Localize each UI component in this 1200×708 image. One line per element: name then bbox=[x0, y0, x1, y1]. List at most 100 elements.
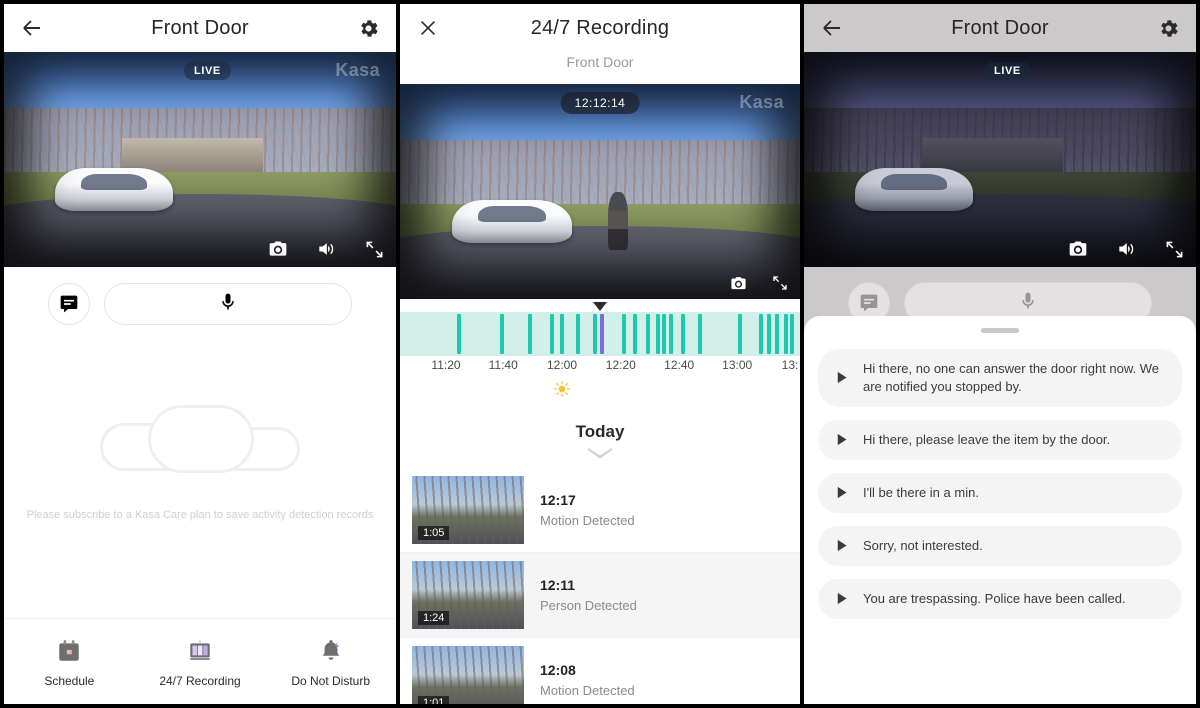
gear-icon[interactable] bbox=[354, 14, 382, 42]
microphone-button[interactable] bbox=[104, 283, 352, 325]
quick-response-item[interactable]: Sorry, not interested. bbox=[818, 525, 1182, 566]
snapshot-icon[interactable] bbox=[1068, 239, 1088, 259]
timeline-mark bbox=[621, 314, 626, 354]
timeline-mark bbox=[790, 314, 795, 354]
event-thumbnail[interactable]: 1:01 bbox=[412, 646, 524, 704]
gear-icon[interactable] bbox=[1154, 14, 1182, 42]
app-bar: Front Door bbox=[4, 4, 396, 52]
timeline-current-mark bbox=[599, 314, 604, 354]
event-thumbnail[interactable]: 1:05 bbox=[412, 476, 524, 544]
house-region bbox=[921, 138, 1063, 173]
event-type: Motion Detected bbox=[540, 513, 635, 528]
playhead-marker bbox=[593, 302, 607, 311]
timeline-tick-label: 11:20 bbox=[431, 358, 461, 372]
live-video-feed[interactable]: LIVE bbox=[804, 52, 1196, 267]
timeline-mark bbox=[550, 314, 555, 354]
timeline-mark bbox=[646, 314, 650, 354]
chevron-down-icon[interactable] bbox=[400, 446, 800, 468]
timeline-tick-label: 13: bbox=[781, 358, 799, 372]
app-bar: 24/7 Recording bbox=[400, 4, 800, 52]
fullscreen-icon[interactable] bbox=[364, 239, 384, 259]
microphone-icon bbox=[218, 292, 238, 317]
quick-response-item[interactable]: Hi there, please leave the item by the d… bbox=[818, 419, 1182, 460]
play-icon[interactable] bbox=[834, 485, 849, 500]
fullscreen-icon[interactable] bbox=[770, 273, 790, 293]
live-video-feed[interactable]: LIVE Kasa bbox=[4, 52, 396, 267]
timeline-mark bbox=[632, 314, 637, 354]
timeline-mark bbox=[592, 314, 597, 354]
event-duration: 1:01 bbox=[418, 696, 450, 704]
snapshot-icon[interactable] bbox=[268, 239, 288, 259]
event-row[interactable]: 1:01 12:08 Motion Detected bbox=[400, 638, 800, 704]
parked-car bbox=[54, 168, 173, 212]
cloud-icon bbox=[100, 401, 300, 483]
recorded-video-feed[interactable]: 12:12:14 Kasa bbox=[400, 84, 800, 299]
panel-24-7-recording: 24/7 Recording Front Door 12:12:14 Kasa bbox=[400, 0, 800, 708]
detected-person bbox=[608, 191, 628, 250]
event-meta: 12:17 Motion Detected bbox=[540, 492, 635, 528]
close-icon[interactable] bbox=[414, 14, 442, 42]
chat-icon[interactable] bbox=[48, 283, 90, 325]
play-icon[interactable] bbox=[834, 538, 849, 553]
volume-icon[interactable] bbox=[1116, 239, 1136, 259]
quick-response-text: You are trespassing. Police have been ca… bbox=[863, 590, 1126, 606]
live-badge: LIVE bbox=[984, 62, 1031, 80]
nav-label-schedule: Schedule bbox=[44, 673, 95, 688]
timeline-mark bbox=[662, 314, 667, 354]
timeline-mark bbox=[576, 314, 581, 354]
page-title: Front Door bbox=[951, 16, 1049, 39]
parked-car bbox=[452, 200, 572, 244]
event-row[interactable]: 1:24 12:11 Person Detected bbox=[400, 553, 800, 638]
quick-response-text: Sorry, not interested. bbox=[863, 537, 983, 553]
bell-off-icon bbox=[316, 636, 346, 666]
timeline-mark bbox=[528, 314, 532, 354]
video-controls bbox=[268, 239, 384, 259]
event-meta: 12:08 Motion Detected bbox=[540, 662, 635, 698]
timeline-track[interactable] bbox=[400, 312, 800, 356]
timeline-tick-label: 12:00 bbox=[546, 358, 578, 372]
fullscreen-icon[interactable] bbox=[1164, 239, 1184, 259]
timeline-mark bbox=[784, 314, 788, 354]
event-type: Motion Detected bbox=[540, 683, 635, 698]
nav-item-recording[interactable]: 24/7 Recording bbox=[135, 636, 266, 688]
play-icon[interactable] bbox=[834, 591, 849, 606]
timeline-tick-label: 11:40 bbox=[488, 358, 518, 372]
microphone-icon bbox=[1018, 291, 1038, 316]
timeline-mark bbox=[759, 314, 764, 354]
panel-live-view: Front Door LIVE Kasa Please subscribe to… bbox=[0, 0, 400, 708]
event-row[interactable]: 1:05 12:17 Motion Detected bbox=[400, 468, 800, 553]
play-icon[interactable] bbox=[834, 432, 849, 447]
event-time: 12:17 bbox=[540, 492, 576, 508]
timeline-mark bbox=[500, 314, 504, 354]
drag-handle[interactable] bbox=[981, 328, 1019, 333]
volume-icon[interactable] bbox=[316, 239, 336, 259]
nav-item-schedule[interactable]: Schedule bbox=[4, 636, 135, 688]
quick-response-item[interactable]: You are trespassing. Police have been ca… bbox=[818, 578, 1182, 619]
quick-response-item[interactable]: I'll be there in a min. bbox=[818, 472, 1182, 513]
video-controls bbox=[1068, 239, 1184, 259]
house-region bbox=[121, 138, 263, 173]
timeline-mark bbox=[680, 314, 685, 354]
nav-item-dnd[interactable]: Do Not Disturb bbox=[265, 636, 396, 688]
quick-response-item[interactable]: Hi there, no one can answer the door rig… bbox=[818, 349, 1182, 407]
timeline-tick-label: 12:40 bbox=[664, 358, 695, 372]
app-bar: Front Door bbox=[804, 4, 1196, 52]
kasa-watermark: Kasa bbox=[739, 92, 784, 112]
back-arrow-icon[interactable] bbox=[18, 14, 46, 42]
timeline-tick-labels: 11:20 11:40 12:00 12:20 12:40 13:00 13: bbox=[400, 358, 800, 378]
quick-response-text: I'll be there in a min. bbox=[863, 484, 979, 500]
play-icon[interactable] bbox=[834, 370, 849, 385]
parked-car bbox=[854, 168, 973, 212]
timeline-tick-label: 12:20 bbox=[605, 358, 636, 372]
back-arrow-icon[interactable] bbox=[818, 14, 846, 42]
timeline-mark bbox=[698, 314, 703, 354]
event-duration: 1:05 bbox=[418, 526, 450, 540]
event-thumbnail[interactable]: 1:24 bbox=[412, 561, 524, 629]
subscribe-note: Please subscribe to a Kasa Care plan to … bbox=[26, 509, 374, 521]
timeline[interactable]: 11:20 11:40 12:00 12:20 12:40 13:00 13: bbox=[400, 299, 800, 408]
timeline-tick-label: 13:00 bbox=[722, 358, 753, 372]
snapshot-icon[interactable] bbox=[728, 273, 748, 293]
quick-response-sheet: Hi there, no one can answer the door rig… bbox=[804, 316, 1196, 704]
timeline-mark bbox=[738, 314, 742, 354]
kasa-watermark: Kasa bbox=[335, 60, 380, 80]
